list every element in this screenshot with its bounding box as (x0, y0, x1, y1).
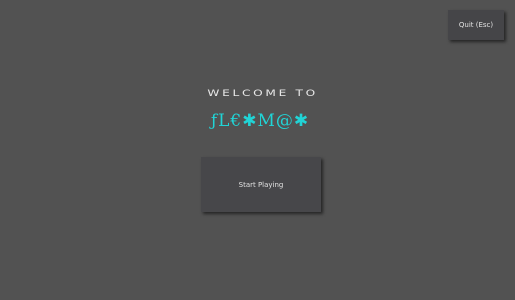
start-playing-button[interactable]: Start Playing (201, 157, 321, 212)
welcome-heading: WELCOME TO (207, 89, 318, 99)
quit-button[interactable]: Quit (Esc) (448, 10, 504, 40)
game-title: ƒL€✱M@✱ (210, 111, 310, 131)
